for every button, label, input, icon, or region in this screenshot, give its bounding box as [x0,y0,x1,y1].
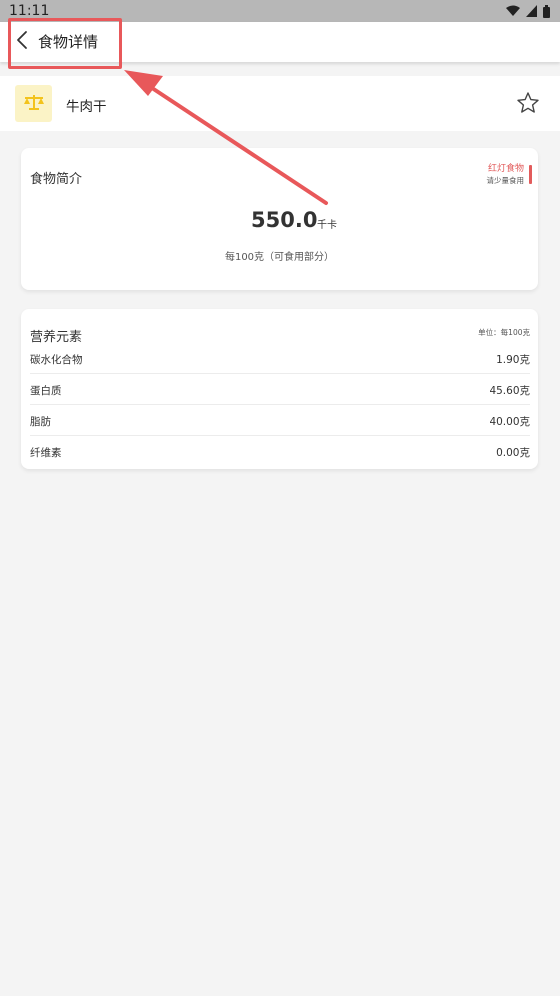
scale-icon [23,93,45,115]
intro-title: 食物简介 [30,172,83,187]
red-tag-title: 红灯食物 [487,164,524,174]
calorie-unit: 千卡 [317,220,337,231]
nutrient-label: 脂肪 [30,416,51,428]
nutrient-value: 45.60克 [489,385,530,397]
battery-icon [543,4,550,18]
red-light-tag: 红灯食物 请少量食用 [487,164,525,186]
nutrient-label: 蛋白质 [30,385,62,397]
food-name: 牛肉干 [66,99,107,115]
nutrient-row: 纤维素 0.00克 [30,436,530,467]
calorie-value: 550.0 [251,208,318,232]
highlight-box [8,18,122,69]
status-icons [506,3,550,19]
food-intro-card: 食物简介 红灯食物 请少量食用 550.0 千卡 每100克（可食用部分） [21,148,538,290]
favorite-button[interactable] [514,91,542,119]
food-header: 牛肉干 [0,76,560,131]
unit-note: 单位：每100克 [478,328,530,337]
nutrient-row: 脂肪 40.00克 [30,405,530,436]
wifi-icon [506,5,520,17]
per-unit-note: 每100克（可食用部分） [224,252,335,263]
signal-icon [526,5,537,17]
nutrient-label: 纤维素 [30,447,62,459]
nutrients-card: 营养元素 单位：每100克 碳水化合物 1.90克 蛋白质 45.60克 脂肪 … [21,309,538,469]
nutrient-row: 碳水化合物 1.90克 [30,343,530,374]
nutrient-value: 40.00克 [489,416,530,428]
food-category-badge [15,85,52,122]
red-tag-subtitle: 请少量食用 [486,176,525,185]
nutrient-value: 0.00克 [496,447,530,459]
nutrient-value: 1.90克 [496,354,530,366]
star-outline-icon [516,91,540,119]
red-tag-bar [529,165,532,184]
nutrient-label: 碳水化合物 [30,354,83,366]
status-time: 11:11 [9,3,50,19]
nutrient-row: 蛋白质 45.60克 [30,374,530,405]
